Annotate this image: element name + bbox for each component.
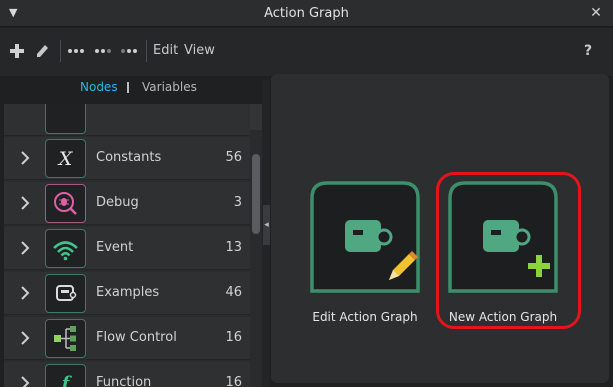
tab-nodes[interactable]: Nodes: [80, 80, 118, 94]
panel-tabs: Nodes Variables: [0, 78, 268, 98]
category-count: 13: [225, 240, 242, 255]
branch-flow-icon: [45, 319, 86, 358]
add-button[interactable]: [9, 40, 25, 62]
view-menu[interactable]: View: [184, 40, 215, 62]
panel-splitter[interactable]: ◂: [262, 80, 270, 387]
toolbar-separator: [60, 40, 61, 62]
toolbar-separator: [146, 40, 147, 62]
close-icon[interactable]: ✕: [587, 4, 605, 22]
help-button[interactable]: ?: [584, 40, 592, 62]
category-label: Flow Control: [96, 330, 177, 345]
category-label: Function: [96, 375, 152, 387]
scrollbar-thumb[interactable]: [252, 154, 260, 234]
example-node-icon: [45, 274, 86, 313]
wifi-signal-icon: [45, 229, 86, 268]
list-item[interactable]: Examples 46: [4, 272, 250, 315]
variable-x-icon: X: [45, 139, 86, 178]
category-count: 16: [225, 330, 242, 345]
list-scrollbar[interactable]: [252, 130, 260, 387]
category-label: Debug: [96, 195, 139, 210]
edit-pencil-button[interactable]: [34, 40, 50, 62]
list-item[interactable]: X Constants 56: [4, 137, 250, 180]
list-item[interactable]: Flow Control 16: [4, 317, 250, 360]
edit-menu[interactable]: Edit: [153, 40, 178, 62]
list-item[interactable]: Debug 3: [4, 182, 250, 225]
node-library-panel: X Constants 56 Debug 3: [4, 104, 262, 387]
collapse-left-arrow-icon[interactable]: ◂: [263, 205, 270, 245]
list-item[interactable]: f Function 16: [4, 362, 250, 387]
highlight-box: [436, 172, 581, 329]
edit-action-graph-card[interactable]: [309, 180, 421, 294]
category-count: 3: [233, 195, 242, 210]
function-f-icon: f: [45, 364, 86, 387]
list-item[interactable]: [4, 104, 250, 136]
bug-magnifier-icon: [45, 184, 86, 223]
node-category-list: X Constants 56 Debug 3 Event 13 Examples…: [4, 104, 250, 387]
chevron-right-icon[interactable]: [18, 149, 32, 167]
category-label: Examples: [96, 285, 160, 300]
expand-all-button[interactable]: [68, 40, 84, 62]
category-count: 16: [225, 375, 242, 387]
toolbar: Edit View ?: [0, 28, 613, 76]
window-title: Action Graph: [264, 6, 349, 21]
category-count: 56: [225, 150, 242, 165]
chevron-right-icon[interactable]: [18, 284, 32, 302]
title-bar: ▼ Action Graph ✕: [0, 0, 613, 27]
category-icon: [45, 104, 86, 134]
svg-text:f: f: [60, 373, 73, 387]
category-count: 46: [225, 285, 242, 300]
svg-text:X: X: [57, 148, 74, 170]
category-label: Event: [96, 240, 134, 255]
tab-variables[interactable]: Variables: [142, 80, 197, 94]
expand-one-button[interactable]: [95, 40, 111, 62]
tab-divider: [127, 82, 129, 93]
chevron-right-icon[interactable]: [18, 374, 32, 387]
chevron-right-icon[interactable]: [18, 194, 32, 212]
list-item[interactable]: Event 13: [4, 227, 250, 270]
edit-action-graph-label[interactable]: Edit Action Graph: [295, 310, 435, 324]
chevron-right-icon[interactable]: [18, 239, 32, 257]
chevron-right-icon[interactable]: [18, 329, 32, 347]
category-label: Constants: [96, 150, 162, 165]
graph-start-panel: Edit Action Graph New Action Graph: [271, 74, 609, 383]
collapse-button[interactable]: [121, 40, 137, 62]
